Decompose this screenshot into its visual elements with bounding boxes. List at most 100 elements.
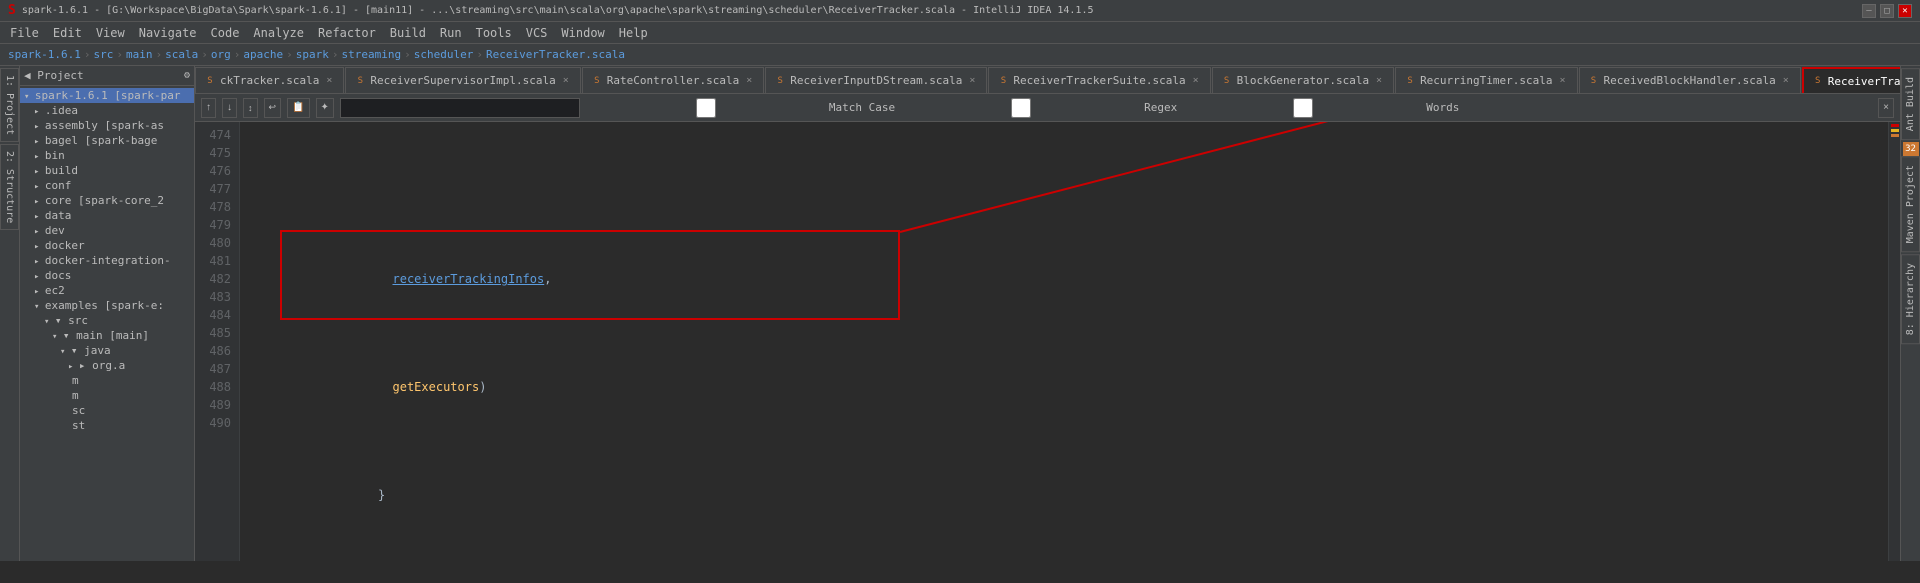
tree-file-sc[interactable]: sc xyxy=(20,403,194,418)
search-wrap[interactable]: ↩ xyxy=(264,98,282,118)
breadcrumb-org[interactable]: org xyxy=(211,48,231,61)
tab-receiverinputdstream[interactable]: S ReceiverInputDStream.scala × xyxy=(765,67,987,93)
tree-item-docker-int[interactable]: docker-integration- xyxy=(20,253,194,268)
tree-item-data[interactable]: data xyxy=(20,208,194,223)
words-checkbox[interactable] xyxy=(1183,98,1423,118)
tree-item-ec2[interactable]: ec2 xyxy=(20,283,194,298)
tab-icon-5: S xyxy=(997,75,1009,87)
tab-receivedblockhandler[interactable]: S ReceivedBlockHandler.scala × xyxy=(1579,67,1801,93)
breadcrumb-streaming[interactable]: streaming xyxy=(341,48,401,61)
close-button[interactable]: ✕ xyxy=(1898,4,1912,18)
menu-item-tools[interactable]: Tools xyxy=(470,25,518,41)
tab-close-5[interactable]: × xyxy=(1190,75,1202,87)
tree-item-bagel[interactable]: bagel [spark-bage xyxy=(20,133,194,148)
tab-label-8: ReceivedBlockHandler.scala xyxy=(1604,74,1776,87)
tabs-bar: S ckTracker.scala × S ReceiverSupervisor… xyxy=(195,66,1900,94)
code-content[interactable]: receiverTrackingInfos, getExecutors) } /… xyxy=(240,122,1888,561)
search-nav-down[interactable]: ↓ xyxy=(222,98,237,118)
match-case-checkbox[interactable] xyxy=(586,98,826,118)
search-regex: Regex xyxy=(901,98,1177,118)
tab-ratecontroller[interactable]: S RateController.scala × xyxy=(582,67,764,93)
code-editor[interactable]: 474 475 476 477 478 479 480 481 482 483 … xyxy=(195,122,1900,561)
menu-item-analyze[interactable]: Analyze xyxy=(247,25,310,41)
minimize-button[interactable]: — xyxy=(1862,4,1876,18)
maximize-button[interactable]: □ xyxy=(1880,4,1894,18)
tab-close-1[interactable]: × xyxy=(323,75,335,87)
tree-item-orga[interactable]: ▸ org.a xyxy=(20,358,194,373)
search-close[interactable]: × xyxy=(1878,98,1894,118)
search-input[interactable] xyxy=(340,98,580,118)
breadcrumb-main[interactable]: main xyxy=(126,48,153,61)
menu-item-vcs[interactable]: VCS xyxy=(520,25,554,41)
breadcrumb-scheduler[interactable]: scheduler xyxy=(414,48,474,61)
tree-item-docker[interactable]: docker xyxy=(20,238,194,253)
tree-item-build[interactable]: build xyxy=(20,163,194,178)
tab-cktracker[interactable]: S ckTracker.scala × xyxy=(195,67,344,93)
menu-item-refactor[interactable]: Refactor xyxy=(312,25,382,41)
breadcrumb-file[interactable]: ReceiverTracker.scala xyxy=(486,48,625,61)
hierarchy-right-tab[interactable]: 8: Hierarchy xyxy=(1901,254,1920,344)
tree-file-m2[interactable]: m xyxy=(20,388,194,403)
tab-receivertracker-active[interactable]: S ReceiverTracker.scala × xyxy=(1802,67,1900,93)
sidebar-icon-1[interactable]: ⚙ xyxy=(184,70,190,81)
code-link-474[interactable]: receiverTrackingInfos xyxy=(393,272,545,286)
left-side-panels: 1: Project 2: Structure xyxy=(0,66,20,561)
tree-item-assembly[interactable]: assembly [spark-as xyxy=(20,118,194,133)
tab-close-6[interactable]: × xyxy=(1373,75,1385,87)
breadcrumb-scala[interactable]: scala xyxy=(165,48,198,61)
breadcrumb-spark2[interactable]: spark xyxy=(296,48,329,61)
breadcrumb-spark[interactable]: spark-1.6.1 xyxy=(8,48,81,61)
tree-item-bin[interactable]: bin xyxy=(20,148,194,163)
ant-build-tab[interactable]: Ant Build xyxy=(1901,68,1920,140)
menu-item-edit[interactable]: Edit xyxy=(47,25,88,41)
menu-item-code[interactable]: Code xyxy=(205,25,246,41)
tree-item-core[interactable]: core [spark-core_2 xyxy=(20,193,194,208)
project-tab[interactable]: 1: Project xyxy=(0,68,19,142)
tab-close-7[interactable]: × xyxy=(1557,75,1569,87)
line-num-483: 483 xyxy=(199,288,231,306)
search-nav-up[interactable]: ↑ xyxy=(201,98,216,118)
sidebar-header: ◀ Project ⚙ xyxy=(20,66,194,86)
menu-item-help[interactable]: Help xyxy=(613,25,654,41)
title-bar-controls: — □ ✕ xyxy=(1862,4,1912,18)
tab-close-2[interactable]: × xyxy=(560,75,572,87)
tree-item-dev[interactable]: dev xyxy=(20,223,194,238)
tab-close-3[interactable]: × xyxy=(743,75,755,87)
tab-icon-7: S xyxy=(1404,75,1416,87)
menu-item-build[interactable]: Build xyxy=(384,25,432,41)
tab-recurringtimer[interactable]: S RecurringTimer.scala × xyxy=(1395,67,1577,93)
search-match-case: Match Case xyxy=(586,98,895,118)
tree-item-examples[interactable]: examples [spark-e: xyxy=(20,298,194,313)
tab-receivertrackersuite[interactable]: S ReceiverTrackerSuite.scala × xyxy=(988,67,1210,93)
tab-label-5: ReceiverTrackerSuite.scala xyxy=(1013,74,1185,87)
right-sidebar: Ant Build 32 Maven Project 8: Hierarchy xyxy=(1900,66,1920,561)
tab-close-8[interactable]: × xyxy=(1780,75,1792,87)
tree-file-m1[interactable]: m xyxy=(20,373,194,388)
menu-item-file[interactable]: File xyxy=(4,25,45,41)
tab-close-4[interactable]: × xyxy=(966,75,978,87)
menu-item-run[interactable]: Run xyxy=(434,25,468,41)
regex-checkbox[interactable] xyxy=(901,98,1141,118)
tree-item-idea[interactable]: .idea xyxy=(20,103,194,118)
breadcrumb-apache[interactable]: apache xyxy=(243,48,283,61)
tree-item-main[interactable]: ▾ main [main] xyxy=(20,328,194,343)
tab-icon-6: S xyxy=(1221,75,1233,87)
breadcrumb-src[interactable]: src xyxy=(93,48,113,61)
tree-item-docs[interactable]: docs xyxy=(20,268,194,283)
search-btn-2[interactable]: ✦ xyxy=(316,98,334,118)
search-btn-1[interactable]: 📋 xyxy=(287,98,309,118)
tree-item-java[interactable]: ▾ java xyxy=(20,343,194,358)
menu-item-navigate[interactable]: Navigate xyxy=(133,25,203,41)
tree-item-spark[interactable]: spark-1.6.1 [spark-par xyxy=(20,88,194,103)
search-option-1[interactable]: ↕ xyxy=(243,98,258,118)
maven-project-tab[interactable]: Maven Project xyxy=(1901,156,1920,252)
menu-item-window[interactable]: Window xyxy=(555,25,610,41)
line-num-476: 476 xyxy=(199,162,231,180)
tree-file-st[interactable]: st xyxy=(20,418,194,433)
tree-item-conf[interactable]: conf xyxy=(20,178,194,193)
menu-item-view[interactable]: View xyxy=(90,25,131,41)
tree-item-src[interactable]: ▾ src xyxy=(20,313,194,328)
tab-receiversupervisor[interactable]: S ReceiverSupervisorImpl.scala × xyxy=(345,67,580,93)
structure-tab[interactable]: 2: Structure xyxy=(0,144,19,230)
tab-blockgenerator[interactable]: S BlockGenerator.scala × xyxy=(1212,67,1394,93)
